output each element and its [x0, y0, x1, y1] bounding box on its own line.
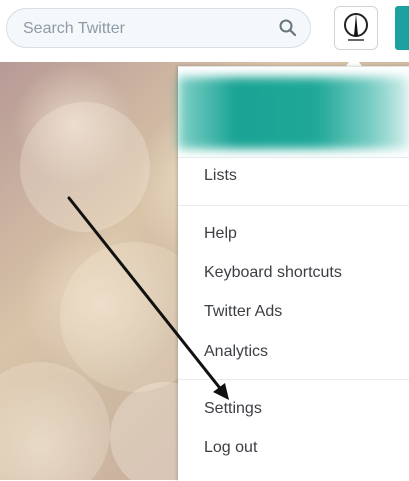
arrow-annotation [67, 196, 229, 400]
